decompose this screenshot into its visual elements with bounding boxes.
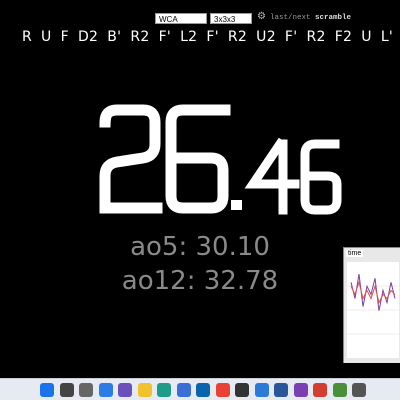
terminal-icon[interactable] [235, 383, 249, 397]
scramble-move: D2 [77, 29, 99, 45]
scramble-move: R2 [130, 29, 150, 45]
scramble-move: R [22, 29, 33, 45]
toolbar: WCA 3x3x3 ⚙ last/next scramble R U F D2 B' R2… [0, 0, 400, 56]
scramble-move: F' [206, 29, 219, 45]
scramble-move: L2 [180, 29, 198, 45]
app-icon-1[interactable] [293, 383, 308, 397]
scramble-move: F' [158, 29, 172, 45]
scramble-text: RUFD2B'R2F'L2F'R2U2F'R2F2UL'U [22, 29, 400, 45]
timer-dot [231, 200, 242, 210]
time-graph [347, 262, 399, 358]
chrome-icon[interactable] [215, 383, 230, 397]
app-icon-3[interactable] [332, 383, 347, 397]
task-view-icon[interactable] [79, 383, 93, 397]
ao5-stat[interactable]: ao5: 30.10 [0, 231, 400, 263]
scramble-move: R2 [227, 29, 248, 45]
taskbar [0, 378, 400, 400]
scramble-move: B' [107, 29, 122, 45]
timer-display[interactable]: 26 46 [95, 100, 355, 220]
app-icon-4[interactable] [352, 383, 366, 397]
scramble-move: F [60, 29, 69, 45]
time-graph-panel[interactable]: time [343, 247, 400, 363]
scramble-move: R2 [306, 29, 326, 45]
next-link[interactable]: next [293, 14, 311, 22]
puzzle-select[interactable]: 3x3x3 [210, 13, 252, 24]
last-link[interactable]: last/ [270, 14, 293, 22]
app-icon-2[interactable] [313, 383, 327, 397]
graph-title: time [346, 250, 364, 257]
scramble-label: scramble [315, 14, 352, 22]
gear-icon[interactable]: ⚙ [257, 12, 267, 22]
scramble-move: U [361, 29, 372, 45]
scramble-move: U2 [256, 29, 276, 45]
widgets-icon[interactable] [98, 383, 113, 397]
scramble-move: U [41, 29, 52, 45]
store-icon[interactable] [176, 383, 191, 397]
calendar-icon[interactable] [254, 383, 269, 397]
scramble-nav: last/next scramble [270, 13, 351, 23]
mail-icon[interactable] [196, 383, 210, 397]
search-icon[interactable] [59, 383, 74, 397]
explorer-icon[interactable] [137, 383, 152, 397]
edge-icon[interactable] [157, 383, 171, 397]
event-type-select[interactable]: WCA [155, 13, 207, 24]
ao12-stat[interactable]: ao12: 32.78 [0, 265, 400, 297]
chat-icon[interactable] [118, 383, 132, 397]
windows-icon[interactable] [40, 383, 54, 397]
scramble-move: F2 [334, 29, 353, 45]
scramble-move: L' [380, 29, 394, 45]
scramble-move: F' [284, 29, 298, 45]
word-icon[interactable] [274, 383, 288, 397]
